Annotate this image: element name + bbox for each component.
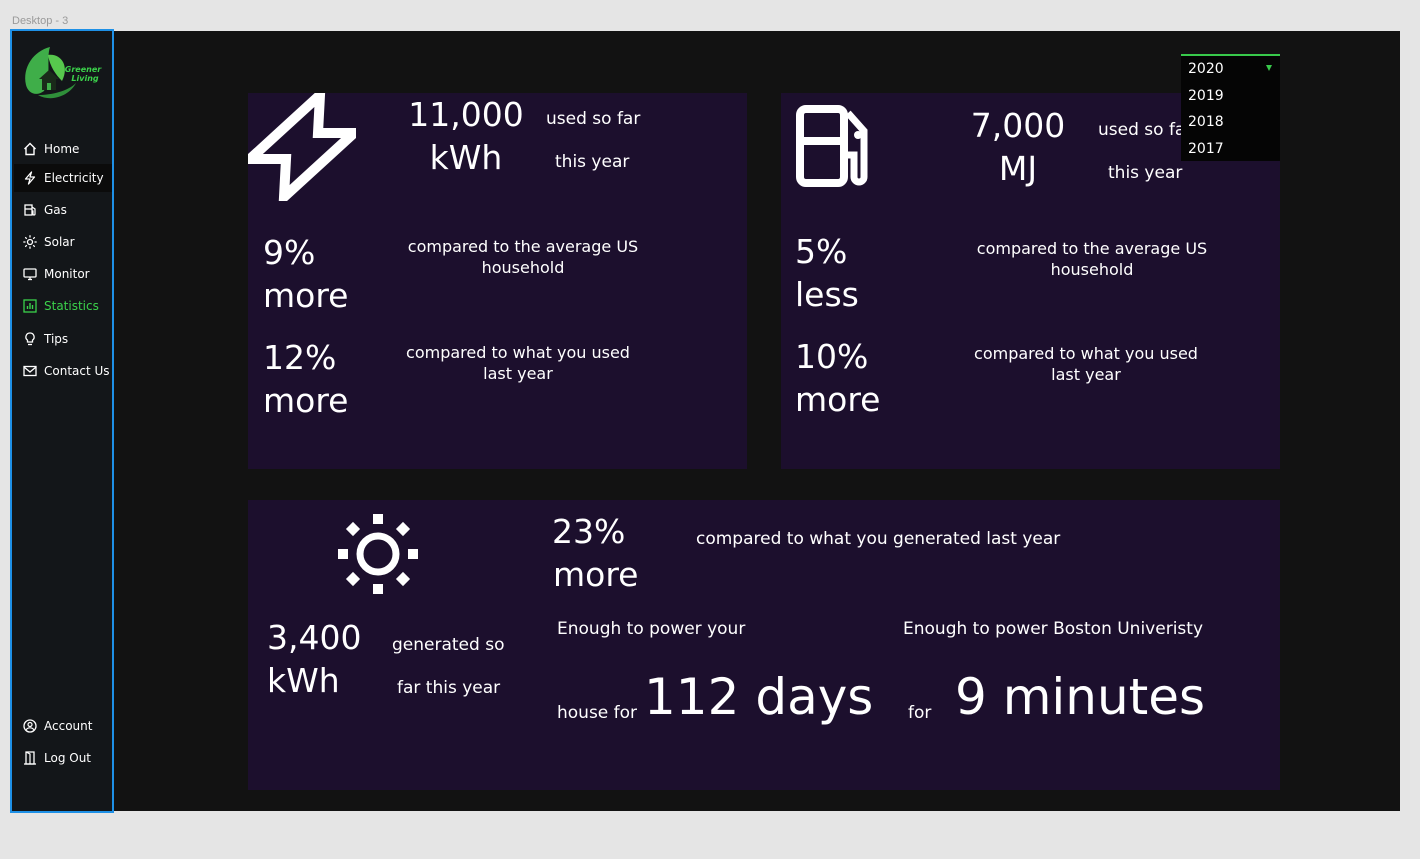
nav-label-statistics: Statistics [44, 299, 99, 313]
home-icon [22, 142, 37, 157]
lightbulb-icon [22, 332, 37, 347]
nav-monitor[interactable]: Monitor [14, 260, 112, 288]
nav-label-account: Account [44, 719, 93, 733]
house-power-value: 112 days [644, 668, 874, 726]
greener-living-logo[interactable]: Greener Living [22, 45, 104, 99]
chevron-down-icon[interactable] [1266, 65, 1272, 71]
gas-last-text-1: compared to what you used [974, 344, 1198, 363]
year-option-2020[interactable]: 2020 [1188, 61, 1224, 77]
nav-label-gas: Gas [44, 203, 67, 217]
nav-gas[interactable]: Gas [14, 196, 112, 224]
solar-generated-label: generated so [392, 635, 505, 655]
gas-last-direction: more [795, 380, 881, 419]
nav-label-solar: Solar [44, 235, 75, 249]
gas-year-label: this year [1108, 163, 1183, 183]
solar-compare-text: compared to what you generated last year [696, 529, 1061, 549]
sun-icon [336, 512, 420, 600]
nav-label-tips: Tips [44, 332, 69, 346]
gas-avg-text-1: compared to the average US [976, 239, 1208, 258]
nav-log-out[interactable]: Log Out [14, 744, 112, 772]
logo-text-line1: Greener [65, 65, 102, 74]
nav-label-home: Home [44, 142, 80, 156]
nav-contact-us[interactable]: Contact Us [14, 357, 112, 385]
lightning-icon [22, 171, 37, 186]
nav-label-contact-us: Contact Us [44, 364, 110, 378]
electricity-avg-direction: more [263, 276, 349, 315]
solar-unit: kWh [267, 661, 340, 700]
monitor-icon [22, 267, 37, 282]
electricity-last-text-2: last year [483, 364, 553, 383]
gas-unit: MJ [998, 149, 1038, 188]
gas-avg-direction: less [795, 275, 859, 314]
electricity-last-direction: more [263, 381, 349, 420]
mail-icon [22, 364, 37, 379]
solar-amount: 3,400 [267, 618, 362, 657]
electricity-used-label: used so far [546, 109, 641, 129]
electricity-avg-percent: 9% [263, 233, 316, 272]
nav-tips[interactable]: Tips [14, 325, 112, 353]
gas-used-label: used so fa [1098, 120, 1186, 140]
gas-pump-icon [796, 105, 876, 193]
nav-home[interactable]: Home [14, 135, 112, 163]
nav-account[interactable]: Account [14, 712, 112, 740]
electricity-amount: 11,000 [408, 95, 524, 134]
year-dropdown[interactable]: 2020 2019 2018 2017 [1181, 54, 1280, 161]
bar-chart-icon [22, 299, 37, 314]
electricity-year-label: this year [555, 152, 630, 172]
year-option-2017[interactable]: 2017 [1188, 141, 1224, 157]
logo-text-line2: Living [71, 74, 98, 83]
gas-pump-icon [22, 203, 37, 218]
gas-amount: 7,000 [970, 106, 1066, 145]
gas-avg-percent: 5% [795, 232, 848, 271]
nav-label-electricity: Electricity [44, 171, 104, 185]
gas-last-percent: 10% [795, 337, 869, 376]
nav-statistics[interactable]: Statistics [14, 292, 112, 320]
bu-power-intro: Enough to power Boston Univeristy [903, 619, 1203, 639]
house-power-intro: Enough to power your [557, 619, 746, 639]
gas-last-text-2: last year [1051, 365, 1121, 384]
electricity-avg-text-2: household [481, 258, 565, 277]
electricity-last-text-1: compared to what you used [406, 343, 630, 362]
electricity-card: 11,000 kWh used so far this year 9% more… [237, 83, 747, 469]
sun-icon [22, 235, 37, 250]
solar-year-label: far this year [397, 678, 501, 698]
sidebar: Greener Living Home Electricity Gas Sola… [10, 29, 114, 813]
lightning-icon [237, 83, 367, 209]
account-icon [22, 719, 37, 734]
solar-direction: more [553, 555, 639, 594]
house-power-prefix: house for [557, 703, 638, 723]
nav-electricity[interactable]: Electricity [14, 164, 112, 192]
frame-label: Desktop - 3 [12, 15, 69, 27]
logout-icon [22, 751, 37, 766]
solar-percent: 23% [552, 512, 626, 551]
nav-label-log-out: Log Out [44, 751, 92, 765]
solar-card: 3,400 kWh generated so far this year 23%… [248, 500, 1280, 790]
nav-solar[interactable]: Solar [14, 228, 112, 256]
gas-avg-text-2: household [1050, 260, 1134, 279]
bu-power-value: 9 minutes [955, 668, 1206, 726]
bu-power-prefix: for [908, 703, 932, 723]
nav-label-monitor: Monitor [44, 267, 90, 281]
year-option-2019[interactable]: 2019 [1188, 88, 1224, 104]
electricity-last-percent: 12% [263, 338, 337, 377]
electricity-avg-text-1: compared to the average US [407, 237, 639, 256]
year-option-2018[interactable]: 2018 [1188, 114, 1224, 130]
electricity-unit: kWh [429, 138, 503, 177]
